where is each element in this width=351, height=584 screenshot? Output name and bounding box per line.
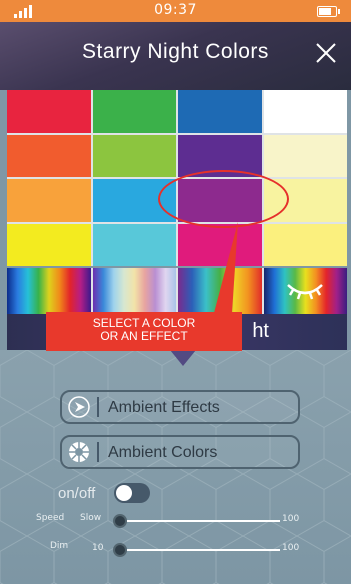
color-swatch[interactable]: [7, 90, 91, 133]
page-title: Starry Night Colors: [82, 40, 269, 63]
play-icon: [68, 396, 90, 418]
color-wheel-icon: [69, 442, 89, 462]
tooltip-line2: OR AN EFFECT: [100, 329, 188, 343]
eye-closed-icon: [287, 284, 324, 300]
tooltip-notch: [170, 350, 196, 366]
dim-max-label: 100: [282, 543, 300, 553]
dim-label: Dim: [50, 541, 69, 551]
button-divider: [97, 397, 99, 417]
color-swatch[interactable]: [263, 134, 347, 177]
speed-max-label: 100: [282, 514, 300, 524]
color-swatch[interactable]: [178, 179, 262, 222]
speed-label: Speed: [36, 513, 65, 523]
speed-track[interactable]: [120, 520, 280, 522]
speed-min-label: Slow: [80, 513, 102, 523]
color-swatch[interactable]: [178, 90, 262, 133]
color-swatch[interactable]: [178, 223, 262, 266]
battery-icon: [317, 6, 340, 17]
color-swatch[interactable]: [263, 223, 347, 266]
color-swatch[interactable]: [7, 134, 91, 177]
status-time: 09:37: [154, 2, 197, 18]
color-swatch[interactable]: [92, 223, 176, 266]
hidden-effect-tile[interactable]: [263, 268, 347, 314]
dim-track[interactable]: [120, 549, 280, 551]
toggle-knob: [116, 485, 132, 501]
color-swatch[interactable]: [92, 134, 176, 177]
dim-min-label: 10: [92, 543, 104, 553]
header: Starry Night Colors: [0, 22, 351, 90]
status-bar: 09:37: [0, 0, 351, 22]
color-swatch[interactable]: [7, 179, 91, 222]
color-swatch[interactable]: [178, 134, 262, 177]
close-icon[interactable]: [313, 40, 339, 66]
effects-row: [7, 268, 347, 314]
spectrum-effect-tile[interactable]: [7, 268, 91, 314]
rainbow-effect-tile[interactable]: [178, 268, 262, 314]
color-swatch[interactable]: [92, 90, 176, 133]
color-grid: [7, 90, 347, 266]
color-swatch[interactable]: [92, 179, 176, 222]
color-swatch[interactable]: [7, 223, 91, 266]
ambient-colors-label: Ambient Colors: [108, 444, 218, 461]
speed-slider-knob[interactable]: [113, 514, 127, 528]
onoff-label: on/off: [58, 485, 96, 502]
power-toggle[interactable]: [114, 483, 150, 503]
color-swatch[interactable]: [263, 179, 347, 222]
button-divider: [97, 442, 99, 462]
ambient-colors-button[interactable]: Ambient Colors: [60, 435, 300, 469]
scene-name-label: ht: [252, 320, 269, 342]
color-swatch[interactable]: [263, 90, 347, 133]
dim-slider-knob[interactable]: [113, 543, 127, 557]
pastel-effect-tile[interactable]: [92, 268, 176, 314]
instruction-tooltip: SELECT A COLOR OR AN EFFECT: [46, 312, 242, 351]
ambient-effects-label: Ambient Effects: [108, 399, 220, 416]
ambient-effects-button[interactable]: Ambient Effects: [60, 390, 300, 424]
